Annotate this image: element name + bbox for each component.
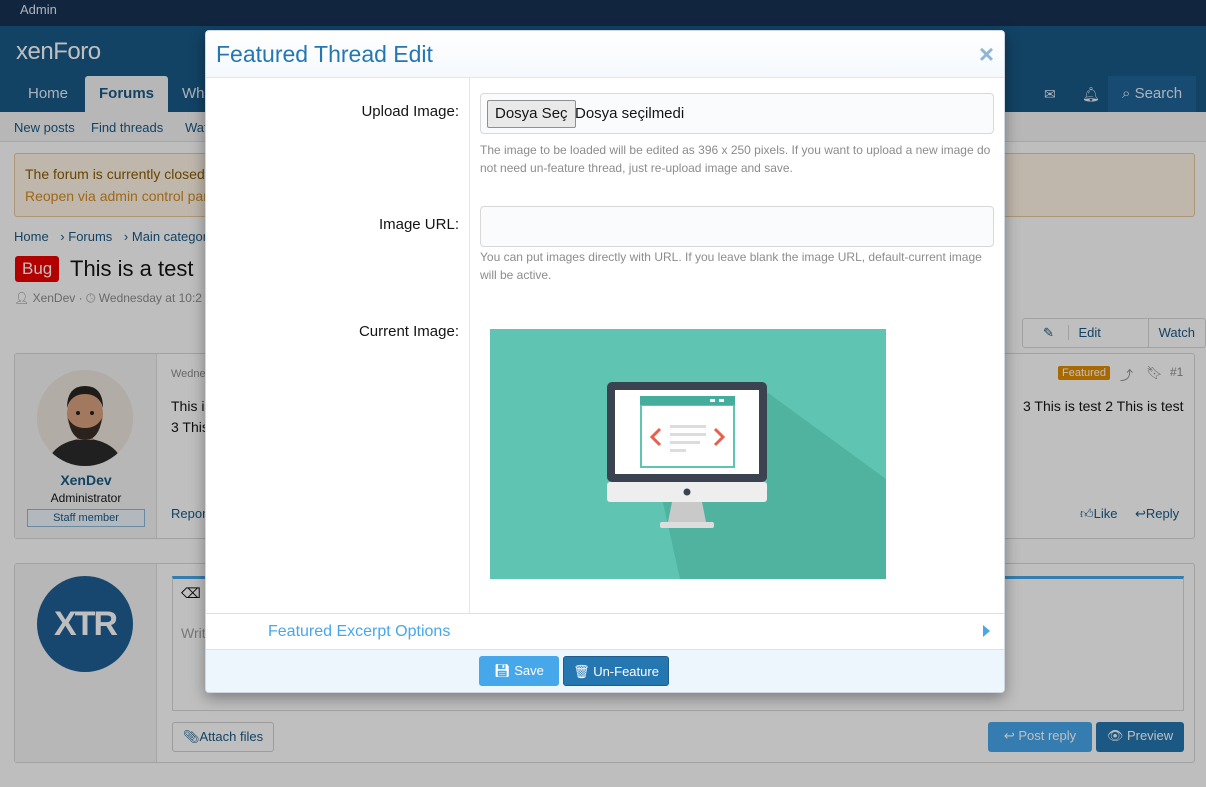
dialog-footer: 💾︎ Save 🗑︎ Un-Feature [206, 650, 1004, 692]
upload-image-field: Dosya Seç Dosya seçilmedi [480, 93, 994, 134]
file-status: Dosya seçilmedi [575, 105, 685, 122]
chevron-right-icon [983, 625, 990, 637]
url-hint: You can put images directly with URL. If… [480, 250, 982, 282]
current-image [490, 329, 886, 579]
dialog-title: Featured Thread Edit [216, 41, 433, 67]
save-button[interactable]: 💾︎ Save [479, 656, 559, 686]
excerpt-label: Featured Excerpt Options [268, 623, 451, 640]
close-icon[interactable]: × [979, 39, 994, 70]
featured-excerpt-toggle[interactable]: Featured Excerpt Options [206, 613, 1004, 650]
unfeature-button[interactable]: 🗑︎ Un-Feature [563, 656, 669, 686]
upload-hint: The image to be loaded will be edited as… [480, 143, 991, 175]
image-url-input[interactable] [480, 206, 994, 247]
image-url-label: Image URL: [378, 216, 459, 233]
current-image-label: Current Image: [358, 323, 459, 340]
choose-file-button[interactable]: Dosya Seç [487, 100, 576, 128]
input-column: Dosya Seç Dosya seçilmedi The image to b… [470, 78, 1004, 613]
save-icon: 💾︎ [494, 663, 515, 678]
trash-icon: 🗑︎ [573, 664, 594, 679]
dialog-header: Featured Thread Edit × [206, 31, 1004, 78]
label-column: Upload Image: Image URL: Current Image: [206, 78, 470, 613]
upload-image-label: Upload Image: [361, 103, 459, 120]
featured-thread-edit-dialog: Featured Thread Edit × Upload Image: Ima… [205, 30, 1005, 693]
